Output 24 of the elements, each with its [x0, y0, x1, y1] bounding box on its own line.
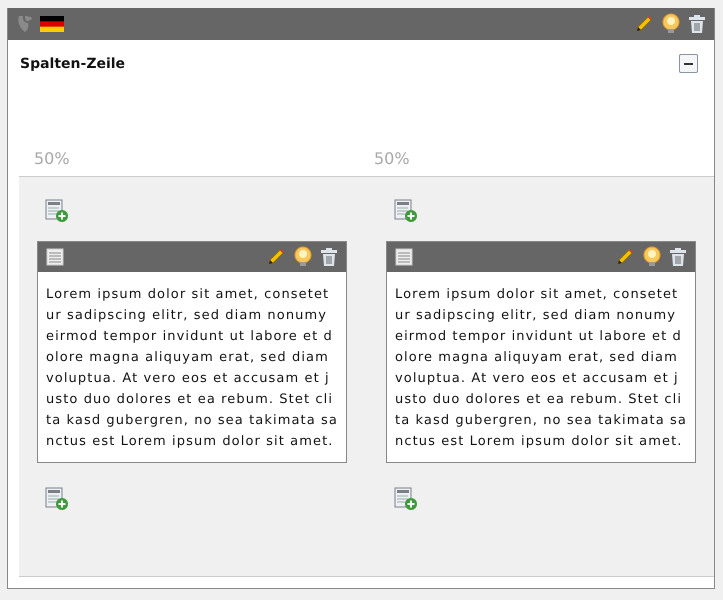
- text-element-icon: [395, 248, 413, 266]
- add-content-button[interactable]: [45, 487, 69, 511]
- column-width-label: 50%: [374, 149, 410, 168]
- pencil-icon[interactable]: [266, 247, 286, 267]
- column-width-label: 50%: [34, 149, 70, 168]
- add-content-button[interactable]: [394, 487, 418, 511]
- lightbulb-icon[interactable]: [292, 246, 314, 268]
- section-title: Spalten-Zeile: [20, 56, 126, 72]
- minus-icon: [684, 62, 693, 64]
- trash-icon[interactable]: [669, 247, 687, 267]
- add-content-button[interactable]: [45, 199, 69, 223]
- trash-icon[interactable]: [320, 247, 338, 267]
- lightbulb-icon[interactable]: [641, 246, 663, 268]
- flag-icon: [40, 16, 64, 32]
- body-text: Lorem ipsum dolor sit amet, consetetur sadipscing elitr, sed diam nonumy eirmod tempor invidunt ut labore et dolore magna aliquyam erat, sed diam voluptua. At vero eos et accusam et justo duo dolores et ea rebum. Stet clita kasd gubergren, no sea takimata sanctus est Lorem ipsum dolor sit amet.: [394, 286, 688, 451]
- text-element-icon: [46, 248, 64, 266]
- trash-icon[interactable]: [688, 14, 706, 34]
- body-text: Lorem ipsum dolor sit amet, consetetur sadipscing elitr, sed diam nonumy eirmod tempor invidunt ut labore et dolore magna aliquyam erat, sed diam voluptua. At vero eos et accusam et justo duo dolores et ea rebum. Stet clita kasd gubergren, no sea takimata sanctus est Lorem ipsum dolor sit amet.: [45, 286, 339, 451]
- add-content-button[interactable]: [394, 199, 418, 223]
- collapse-button[interactable]: [679, 54, 698, 73]
- lightbulb-icon[interactable]: [660, 13, 682, 35]
- logo-icon: [16, 14, 34, 34]
- pencil-icon[interactable]: [615, 247, 635, 267]
- pencil-icon[interactable]: [634, 14, 654, 34]
